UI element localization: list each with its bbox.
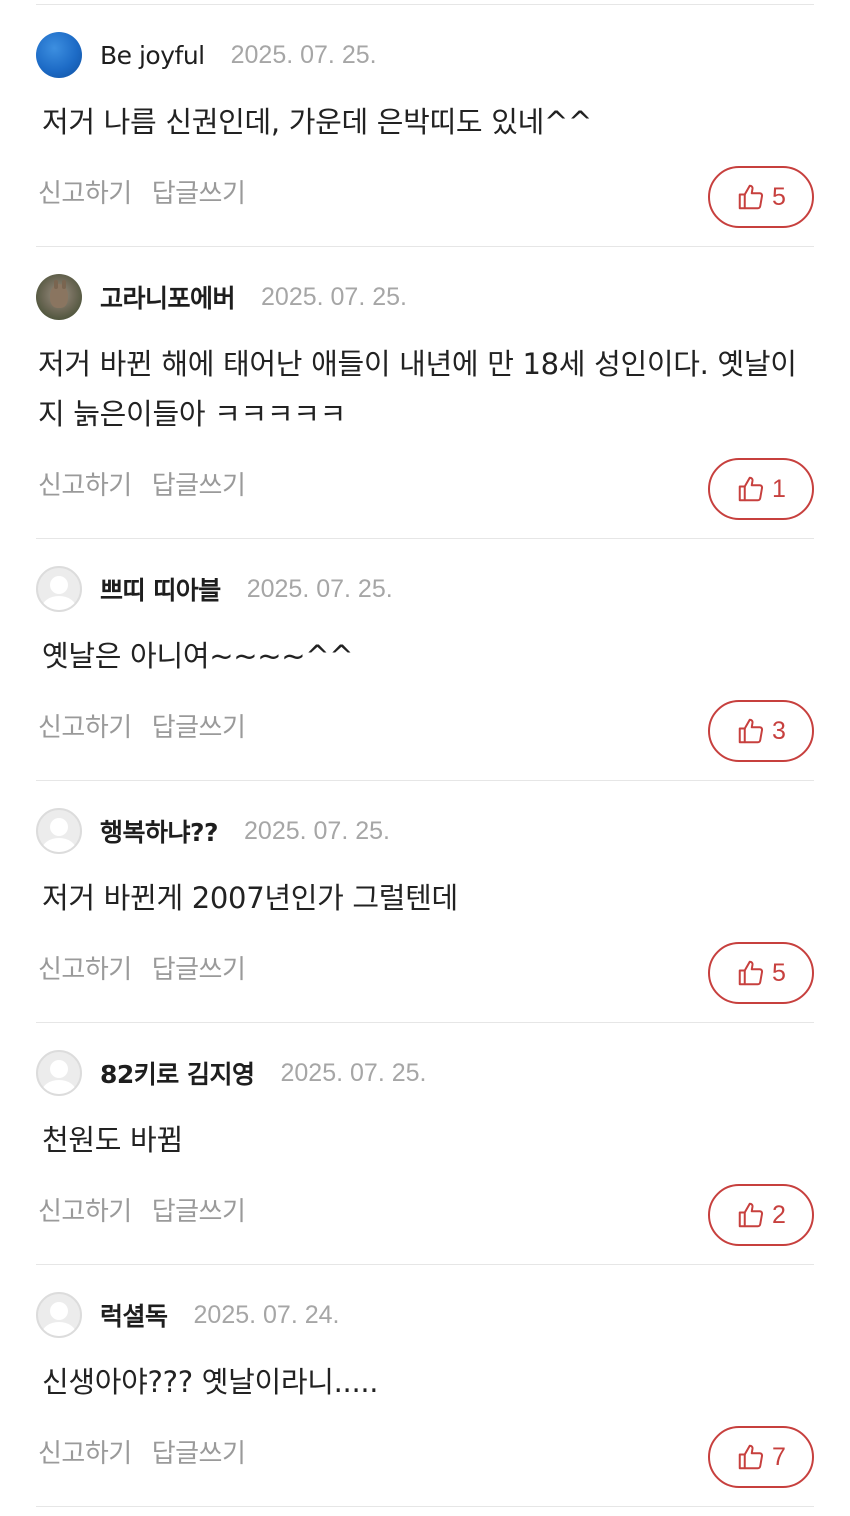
username[interactable]: Be joyful bbox=[100, 41, 205, 70]
avatar[interactable] bbox=[36, 32, 82, 78]
like-button[interactable]: 5 bbox=[708, 942, 814, 1004]
report-button[interactable]: 신고하기 bbox=[38, 1191, 132, 1228]
like-count: 2 bbox=[772, 1200, 786, 1229]
comment-list: Be joyful 2025. 07. 25. 저거 나름 신권인데, 가운데 … bbox=[0, 5, 850, 1507]
comment-date: 2025. 07. 25. bbox=[230, 40, 377, 69]
comment-date: 2025. 07. 25. bbox=[261, 282, 407, 311]
comment-actions: 신고하기 답글쓰기 bbox=[38, 1433, 246, 1470]
comment-item: 쁘띠 띠아블 2025. 07. 25. 옛날은 아니여~~~~^^ 신고하기 … bbox=[36, 539, 814, 781]
default-user-icon[interactable] bbox=[36, 1050, 82, 1096]
thumbs-up-icon bbox=[738, 718, 764, 744]
default-user-icon[interactable] bbox=[36, 566, 82, 612]
thumbs-up-icon bbox=[738, 1202, 764, 1228]
thumbs-up-icon bbox=[738, 1444, 764, 1470]
reply-button[interactable]: 답글쓰기 bbox=[152, 1433, 246, 1470]
reply-button[interactable]: 답글쓰기 bbox=[152, 707, 246, 744]
report-button[interactable]: 신고하기 bbox=[38, 173, 132, 210]
avatar[interactable] bbox=[36, 274, 82, 320]
comment-item: 럭셜독 2025. 07. 24. 신생아야??? 옛날이라니..... 신고하… bbox=[36, 1265, 814, 1507]
comment-text: 저거 바뀐 해에 태어난 애들이 내년에 만 18세 성인이다. 옛날이지 늙은… bbox=[38, 347, 797, 431]
comment-date: 2025. 07. 25. bbox=[246, 574, 393, 603]
username[interactable]: 럭셜독 bbox=[100, 1297, 168, 1333]
comment-actions: 신고하기 답글쓰기 bbox=[38, 173, 246, 210]
comment-text: 신생아야??? 옛날이라니..... bbox=[42, 1365, 379, 1399]
reply-button[interactable]: 답글쓰기 bbox=[152, 465, 246, 502]
report-button[interactable]: 신고하기 bbox=[38, 707, 132, 744]
comment-actions: 신고하기 답글쓰기 bbox=[38, 465, 246, 502]
username[interactable]: 행복하냐?? bbox=[100, 813, 219, 849]
like-button[interactable]: 2 bbox=[708, 1184, 814, 1246]
comment-date: 2025. 07. 24. bbox=[193, 1300, 340, 1329]
report-button[interactable]: 신고하기 bbox=[38, 949, 132, 986]
like-button[interactable]: 3 bbox=[708, 700, 814, 762]
thumbs-up-icon bbox=[738, 184, 764, 210]
default-user-icon[interactable] bbox=[36, 808, 82, 854]
comment-text: 옛날은 아니여~~~~^^ bbox=[42, 639, 354, 673]
comment-text: 천원도 바뀜 bbox=[42, 1123, 183, 1157]
comment-meta: 82키로 김지영 2025. 07. 25. bbox=[36, 1049, 426, 1097]
comment-date: 2025. 07. 25. bbox=[244, 816, 390, 845]
comment-text: 저거 나름 신권인데, 가운데 은박띠도 있네^^ bbox=[42, 105, 592, 139]
comment-actions: 신고하기 답글쓰기 bbox=[38, 707, 246, 744]
like-count: 3 bbox=[772, 716, 786, 745]
report-button[interactable]: 신고하기 bbox=[38, 465, 132, 502]
like-count: 1 bbox=[772, 474, 786, 503]
comment-meta: 행복하냐?? 2025. 07. 25. bbox=[36, 807, 390, 855]
report-button[interactable]: 신고하기 bbox=[38, 1433, 132, 1470]
comment-meta: 쁘띠 띠아블 2025. 07. 25. bbox=[36, 565, 393, 613]
comment-item: Be joyful 2025. 07. 25. 저거 나름 신권인데, 가운데 … bbox=[36, 5, 814, 247]
like-button[interactable]: 7 bbox=[708, 1426, 814, 1488]
like-count: 5 bbox=[772, 182, 786, 211]
reply-button[interactable]: 답글쓰기 bbox=[152, 173, 246, 210]
reply-button[interactable]: 답글쓰기 bbox=[152, 1191, 246, 1228]
reply-button[interactable]: 답글쓰기 bbox=[152, 949, 246, 986]
thumbs-up-icon bbox=[738, 960, 764, 986]
comment-meta: 고라니포에버 2025. 07. 25. bbox=[36, 273, 407, 321]
like-count: 5 bbox=[772, 958, 786, 987]
comment-item: 고라니포에버 2025. 07. 25. 저거 바뀐 해에 태어난 애들이 내년… bbox=[36, 247, 814, 539]
comment-meta: Be joyful 2025. 07. 25. bbox=[36, 31, 377, 79]
thumbs-up-icon bbox=[738, 476, 764, 502]
like-button[interactable]: 1 bbox=[708, 458, 814, 520]
comment-meta: 럭셜독 2025. 07. 24. bbox=[36, 1291, 339, 1339]
comment-date: 2025. 07. 25. bbox=[280, 1058, 427, 1087]
like-button[interactable]: 5 bbox=[708, 166, 814, 228]
comment-actions: 신고하기 답글쓰기 bbox=[38, 949, 246, 986]
comment-actions: 신고하기 답글쓰기 bbox=[38, 1191, 246, 1228]
username[interactable]: 고라니포에버 bbox=[100, 279, 236, 315]
comment-item: 행복하냐?? 2025. 07. 25. 저거 바뀐게 2007년인가 그럴텐데… bbox=[36, 781, 814, 1023]
comment-item: 82키로 김지영 2025. 07. 25. 천원도 바뀜 신고하기 답글쓰기 … bbox=[36, 1023, 814, 1265]
username[interactable]: 쁘띠 띠아블 bbox=[100, 571, 221, 607]
like-count: 7 bbox=[772, 1442, 786, 1471]
default-user-icon[interactable] bbox=[36, 1292, 82, 1338]
comment-text: 저거 바뀐게 2007년인가 그럴텐데 bbox=[42, 881, 458, 915]
username[interactable]: 82키로 김지영 bbox=[100, 1055, 255, 1091]
